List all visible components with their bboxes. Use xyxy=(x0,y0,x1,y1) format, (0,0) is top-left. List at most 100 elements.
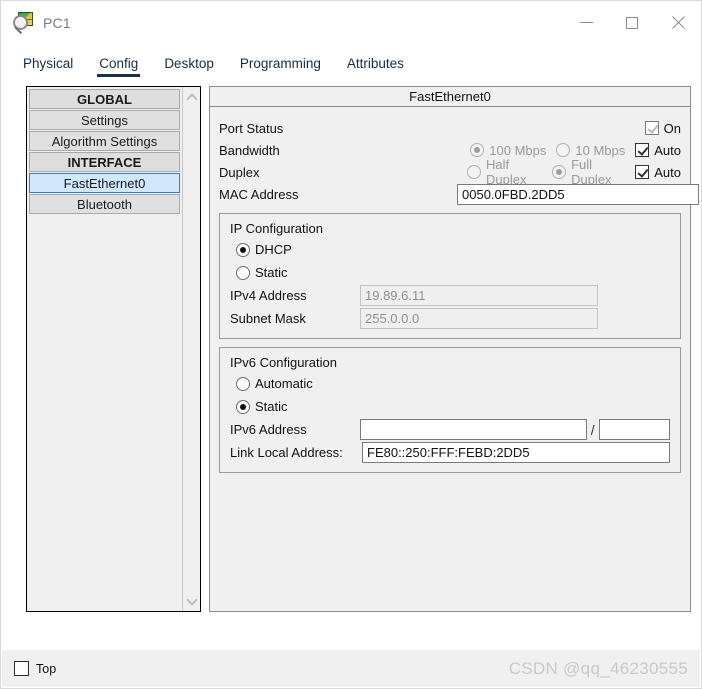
sidebar-list: GLOBAL Settings Algorithm Settings INTER… xyxy=(27,87,182,611)
ipv6-static-radio[interactable]: Static xyxy=(236,399,288,414)
ipv4-address-label: IPv4 Address xyxy=(230,288,360,303)
ipv4-address-input[interactable]: 19.89.6.11 xyxy=(360,285,598,306)
sidebar-item-algorithm-settings[interactable]: Algorithm Settings xyxy=(29,131,180,151)
link-local-address-row: Link Local Address: FE80::250:FFF:FEBD:2… xyxy=(230,441,670,464)
ipv6-automatic-label: Automatic xyxy=(255,376,313,391)
sidebar-item-settings[interactable]: Settings xyxy=(29,110,180,130)
bandwidth-auto-label: Auto xyxy=(654,143,681,158)
checkbox-icon xyxy=(14,661,29,676)
window-title: PC1 xyxy=(43,15,71,31)
duplex-label: Duplex xyxy=(219,165,457,180)
ip-static-row: Static xyxy=(230,261,670,284)
ipv6-configuration-title: IPv6 Configuration xyxy=(230,355,670,370)
ip-dhcp-label: DHCP xyxy=(255,242,292,257)
sidebar: GLOBAL Settings Algorithm Settings INTER… xyxy=(26,86,201,612)
radio-dot-icon xyxy=(236,400,250,414)
bandwidth-10mbps-label: 10 Mbps xyxy=(575,143,625,158)
ip-dhcp-row: DHCP xyxy=(230,238,670,261)
radio-dot-icon xyxy=(552,165,566,179)
ipv6-address-label: IPv6 Address xyxy=(230,422,360,437)
ipv6-configuration-group: IPv6 Configuration Automatic Static xyxy=(219,347,681,473)
subnet-mask-input[interactable]: 255.0.0.0 xyxy=(360,308,598,329)
duplex-full-radio[interactable]: Full Duplex xyxy=(552,157,625,187)
tab-config[interactable]: Config xyxy=(89,56,148,78)
pc-config-window: PC1 Physical Config Desktop Programming … xyxy=(0,0,702,689)
checkmark-icon xyxy=(645,121,659,135)
sidebar-section-interface: INTERFACE xyxy=(29,152,180,172)
packet-tracer-icon xyxy=(13,12,35,34)
interface-config-panel: FastEthernet0 Port Status On Bandwidth xyxy=(209,86,691,612)
radio-dot-icon xyxy=(467,165,481,179)
bandwidth-100mbps-radio[interactable]: 100 Mbps xyxy=(470,143,546,158)
ipv6-address-row: IPv6 Address / xyxy=(230,418,670,441)
sidebar-item-fastethernet0[interactable]: FastEthernet0 xyxy=(29,173,180,193)
tab-attributes[interactable]: Attributes xyxy=(337,56,414,78)
sidebar-section-global: GLOBAL xyxy=(29,89,180,109)
ip-configuration-group: IP Configuration DHCP Static xyxy=(219,213,681,339)
radio-dot-icon xyxy=(236,266,250,280)
close-icon xyxy=(671,16,685,30)
checkmark-icon xyxy=(635,165,649,179)
radio-dot-icon xyxy=(236,377,250,391)
ip-static-label: Static xyxy=(255,265,288,280)
radio-dot-icon xyxy=(470,143,484,157)
sidebar-scrollbar[interactable] xyxy=(182,87,200,611)
mac-address-row: MAC Address 0050.0FBD.2DD5 xyxy=(219,183,681,205)
config-content: GLOBAL Settings Algorithm Settings INTER… xyxy=(13,78,691,651)
bandwidth-10mbps-radio[interactable]: 10 Mbps xyxy=(556,143,625,158)
scroll-down-icon[interactable] xyxy=(183,592,201,610)
close-button[interactable] xyxy=(655,1,701,44)
panel-title: FastEthernet0 xyxy=(210,87,690,107)
bandwidth-100mbps-label: 100 Mbps xyxy=(489,143,546,158)
subnet-mask-label: Subnet Mask xyxy=(230,311,360,326)
title-bar: PC1 xyxy=(1,1,701,44)
ipv6-static-row: Static xyxy=(230,395,670,418)
radio-dot-icon xyxy=(236,243,250,257)
port-status-on-checkbox[interactable]: On xyxy=(645,121,681,136)
port-status-on-label: On xyxy=(664,121,681,136)
mac-address-label: MAC Address xyxy=(219,187,457,202)
top-label: Top xyxy=(36,662,56,676)
maximize-icon xyxy=(626,17,638,29)
bandwidth-auto-checkbox[interactable]: Auto xyxy=(635,143,681,158)
tab-physical[interactable]: Physical xyxy=(13,56,83,78)
ip-configuration-title: IP Configuration xyxy=(230,221,670,236)
minimize-icon xyxy=(580,22,593,23)
duplex-half-label: Half Duplex xyxy=(486,157,542,187)
ipv6-prefix-input[interactable] xyxy=(599,419,670,440)
duplex-full-label: Full Duplex xyxy=(571,157,625,187)
checkmark-icon xyxy=(635,143,649,157)
ipv6-address-input[interactable] xyxy=(360,419,587,440)
port-status-row: Port Status On xyxy=(219,117,681,139)
tab-desktop[interactable]: Desktop xyxy=(154,56,224,78)
duplex-half-radio[interactable]: Half Duplex xyxy=(467,157,542,187)
mac-address-input[interactable]: 0050.0FBD.2DD5 xyxy=(457,184,699,205)
window-controls xyxy=(563,1,701,44)
subnet-mask-row: Subnet Mask 255.0.0.0 xyxy=(230,307,670,330)
ip-dhcp-radio[interactable]: DHCP xyxy=(236,242,292,257)
link-local-address-label: Link Local Address: xyxy=(230,445,362,460)
port-status-label: Port Status xyxy=(219,121,457,136)
link-local-address-input[interactable]: FE80::250:FFF:FEBD:2DD5 xyxy=(362,442,670,463)
duplex-auto-label: Auto xyxy=(654,165,681,180)
ipv6-static-label: Static xyxy=(255,399,288,414)
scroll-up-icon[interactable] xyxy=(183,88,201,106)
ipv6-automatic-radio[interactable]: Automatic xyxy=(236,376,313,391)
panel-body: Port Status On Bandwidth 100 Mbp xyxy=(210,107,690,473)
tab-bar: Physical Config Desktop Programming Attr… xyxy=(13,45,413,78)
ipv6-prefix-separator: / xyxy=(591,422,595,438)
tab-programming[interactable]: Programming xyxy=(230,56,331,78)
ip-static-radio[interactable]: Static xyxy=(236,265,288,280)
radio-dot-icon xyxy=(556,143,570,157)
top-checkbox[interactable]: Top xyxy=(14,661,56,676)
bottom-bar: Top CSDN @qq_46230555 xyxy=(2,650,700,687)
duplex-auto-checkbox[interactable]: Auto xyxy=(635,165,681,180)
sidebar-item-bluetooth[interactable]: Bluetooth xyxy=(29,194,180,214)
bandwidth-label: Bandwidth xyxy=(219,143,457,158)
ipv4-address-row: IPv4 Address 19.89.6.11 xyxy=(230,284,670,307)
ipv6-automatic-row: Automatic xyxy=(230,372,670,395)
minimize-button[interactable] xyxy=(563,1,609,44)
maximize-button[interactable] xyxy=(609,1,655,44)
duplex-row: Duplex Half Duplex Full Duplex Auto xyxy=(219,161,681,183)
watermark: CSDN @qq_46230555 xyxy=(509,659,688,679)
